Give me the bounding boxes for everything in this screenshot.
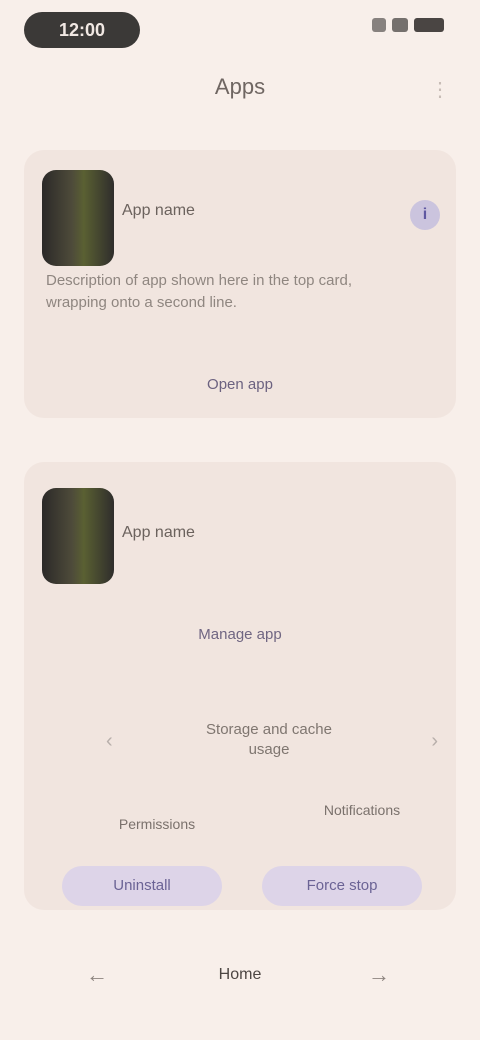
app-name: App name	[122, 524, 195, 541]
status-icons	[372, 18, 444, 32]
status-time: 12:00	[58, 20, 106, 40]
app-thumbnail[interactable]	[42, 488, 114, 584]
force-stop-button[interactable]: Force stop	[262, 866, 422, 906]
chevron-left-icon[interactable]: ‹	[106, 730, 113, 753]
app-name: App name	[122, 202, 195, 219]
info-icon[interactable]: i	[410, 200, 440, 230]
uninstall-button[interactable]: Uninstall	[62, 866, 222, 906]
status-bar: 12:00	[0, 0, 480, 60]
permissions-label[interactable]: Permissions	[102, 816, 212, 832]
page-title: Apps	[214, 74, 266, 99]
app-card-2: App name Manage app ‹ Storage and cache …	[24, 462, 456, 910]
home-button[interactable]: Home	[176, 960, 304, 990]
notifications-label[interactable]: Notifications	[302, 802, 422, 818]
bottom-nav: ← Home →	[0, 940, 480, 1010]
app-description: Description of app shown here in the top…	[46, 272, 353, 311]
forward-icon[interactable]: →	[368, 962, 390, 988]
manage-app-link[interactable]: Manage app	[24, 626, 456, 643]
app-thumbnail[interactable]	[42, 170, 114, 266]
chevron-right-icon[interactable]: ›	[431, 730, 438, 753]
more-vert-icon[interactable]: ⋮	[428, 78, 452, 102]
back-icon[interactable]: ←	[86, 962, 108, 988]
battery-icon	[414, 18, 444, 32]
signal-icon	[372, 18, 386, 32]
wifi-icon	[392, 18, 408, 32]
open-app-link[interactable]: Open app	[24, 376, 456, 393]
app-card-1: App name i Description of app shown here…	[24, 150, 456, 418]
storage-summary: Storage and cache usage	[206, 721, 332, 758]
top-bar: Apps ⋮	[0, 60, 480, 116]
